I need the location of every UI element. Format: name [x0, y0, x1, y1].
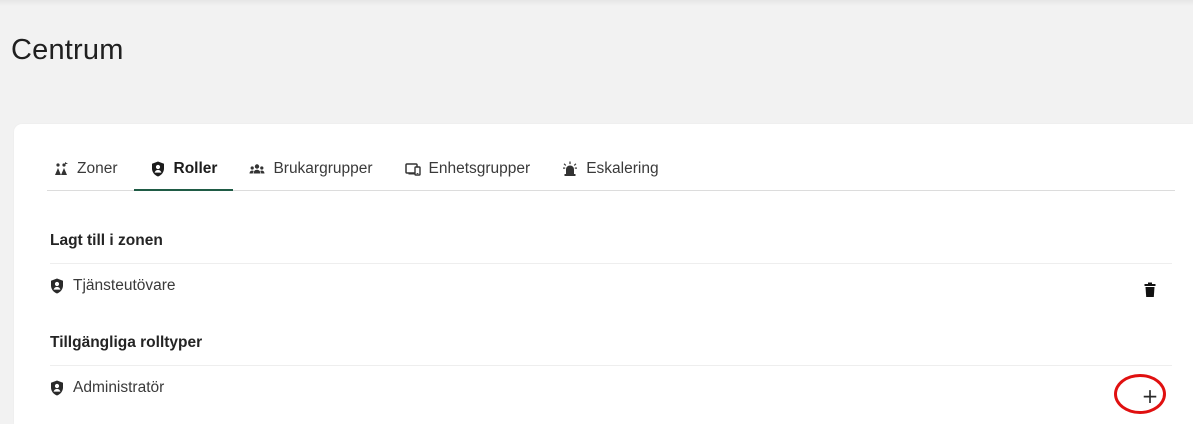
tab-roller[interactable]: Roller — [133, 147, 234, 191]
role-label: Tjänsteutövare — [73, 277, 176, 294]
tab-enhetsgrupper[interactable]: Enhetsgrupper — [389, 147, 547, 190]
tab-label: Roller — [173, 159, 218, 177]
tab-label: Enhetsgrupper — [428, 159, 531, 177]
delete-role-button[interactable] — [1136, 278, 1164, 306]
top-shadow — [0, 0, 1193, 6]
add-role-button[interactable]: + — [1136, 382, 1164, 410]
tab-brukargrupper[interactable]: Brukargrupper — [233, 147, 388, 190]
devices-icon — [404, 161, 421, 177]
tab-label: Zoner — [77, 159, 118, 177]
role-label: Administratör — [73, 379, 165, 396]
zones-icon — [53, 161, 69, 177]
shield-user-icon — [50, 380, 64, 396]
section-heading-available: Tillgängliga rolltyper — [50, 334, 203, 351]
siren-icon — [562, 161, 578, 177]
shield-user-icon — [150, 161, 166, 177]
tab-label: Brukargrupper — [273, 159, 373, 177]
plus-icon: + — [1141, 384, 1159, 408]
tab-zoner[interactable]: Zoner — [47, 147, 134, 190]
tab-bar: Zoner Roller Brukargrupper Enhetsgrupper… — [47, 147, 1175, 191]
section-heading-added: Lagt till i zonen — [50, 232, 163, 249]
tab-eskalering[interactable]: Eskalering — [546, 147, 674, 190]
list-item: Tjänsteutövare — [50, 263, 1172, 308]
tab-label: Eskalering — [586, 159, 659, 177]
page-title: Centrum — [11, 34, 124, 66]
shield-user-icon — [50, 278, 64, 294]
roles-card: Zoner Roller Brukargrupper Enhetsgrupper… — [14, 124, 1193, 424]
trash-icon — [1144, 282, 1156, 303]
list-item: Administratör + — [50, 365, 1172, 410]
user-group-icon — [249, 161, 265, 177]
